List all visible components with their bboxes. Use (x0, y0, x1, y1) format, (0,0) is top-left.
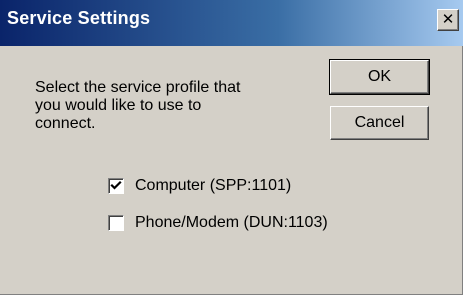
option-label-phone-modem-dun[interactable]: Phone/Modem (DUN:1103) (135, 214, 328, 232)
title-bar[interactable]: Service Settings ✕ (0, 0, 463, 46)
ok-button[interactable]: OK (329, 59, 430, 95)
close-button[interactable]: ✕ (437, 9, 459, 31)
checkbox-phone-modem-dun[interactable] (108, 215, 124, 231)
option-label-computer-spp[interactable]: Computer (SPP:1101) (135, 177, 291, 195)
dialog-title: Service Settings (7, 8, 151, 28)
checkbox-computer-spp[interactable] (108, 178, 124, 194)
cancel-button[interactable]: Cancel (330, 106, 429, 140)
instruction-text: Select the service profile that you woul… (35, 79, 295, 133)
instruction-line-3: connect. (35, 115, 96, 132)
close-icon: ✕ (441, 10, 455, 28)
instruction-line-2: you would like to use to (35, 97, 202, 114)
instruction-line-1: Select the service profile that (35, 79, 241, 96)
checkmark-icon (110, 180, 122, 190)
service-settings-dialog: Service Settings ✕ Select the service pr… (0, 0, 463, 295)
